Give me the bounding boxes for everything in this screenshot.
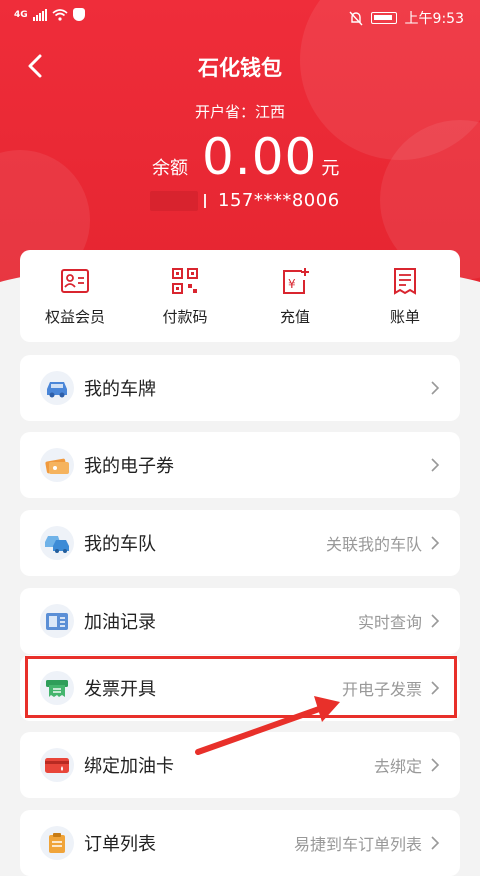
recharge-icon: ¥: [283, 267, 309, 294]
menu-item-hint: 去绑定: [373, 757, 422, 776]
status-time: 上午9:53: [404, 11, 464, 27]
security-shield-icon: [72, 8, 85, 21]
account-province: 开户省：江西: [194, 103, 285, 121]
account-phone-row: 157****8006: [150, 190, 340, 211]
redacted-name: [150, 190, 198, 211]
menu-item-title: 加油记录: [84, 612, 156, 633]
quick-action-member[interactable]: 权益会员: [25, 266, 125, 327]
fleet-icon: [40, 526, 74, 560]
coupon-icon: [40, 448, 74, 482]
chevron-right-icon: [431, 614, 440, 628]
bill-icon: [394, 267, 416, 295]
menu-item-fuel-records[interactable]: 加油记录 实时查询: [20, 588, 460, 654]
balance-label: 余额: [152, 158, 188, 179]
quick-action-recharge[interactable]: ¥ 充值: [245, 266, 345, 327]
signal-icon: [32, 8, 47, 21]
fuel-card-icon: [40, 748, 74, 782]
menu-item-hint: 开电子发票: [341, 680, 422, 699]
menu-item-my-plates[interactable]: 我的车牌: [20, 355, 460, 421]
menu-item-hint: 实时查询: [357, 613, 422, 632]
quick-action-label: 付款码: [162, 307, 208, 326]
menu-item-my-coupons[interactable]: 我的电子券: [20, 432, 460, 498]
wifi-icon: [52, 8, 68, 21]
svg-text:¥: ¥: [288, 277, 296, 291]
quick-action-label: 权益会员: [44, 307, 105, 326]
quick-actions-card: 权益会员 付款码 ¥ 充值 账单: [20, 250, 460, 342]
chevron-right-icon: [431, 758, 440, 772]
order-list-icon: [40, 826, 74, 860]
car-icon: [40, 371, 74, 405]
menu-item-hint: 关联我的车队: [325, 535, 422, 554]
qr-code-icon: [172, 267, 198, 294]
quick-action-bill[interactable]: 账单: [355, 266, 455, 327]
network-type: 4G: [14, 9, 28, 20]
balance-display: 余额 0.00 元: [152, 128, 339, 186]
menu-item-order-list[interactable]: 订单列表 易捷到车订单列表: [20, 810, 460, 876]
menu-item-title: 订单列表: [84, 834, 156, 855]
fuel-record-icon: [40, 604, 74, 638]
chevron-right-icon: [431, 681, 440, 695]
quick-action-label: 账单: [389, 307, 420, 326]
balance-unit: 元: [321, 158, 340, 179]
chevron-right-icon: [431, 458, 440, 472]
chevron-right-icon: [431, 536, 440, 550]
chevron-right-icon: [431, 381, 440, 395]
status-bar: 4G 上午9:53: [0, 0, 480, 34]
pointer-arrow-annotation: [195, 696, 340, 755]
mute-bell-icon: [349, 11, 363, 25]
quick-action-pay-code[interactable]: 付款码: [135, 266, 235, 327]
divider: [204, 193, 206, 208]
menu-item-my-fleet[interactable]: 我的车队 关联我的车队: [20, 510, 460, 576]
phone-number: 157****8006: [218, 190, 340, 211]
menu-item-title: 我的车队: [84, 534, 156, 555]
balance-amount: 0.00: [202, 128, 318, 186]
member-card-icon: [61, 268, 89, 293]
quick-action-label: 充值: [279, 307, 310, 326]
page-title: 石化钱包: [198, 56, 282, 80]
menu-item-title: 我的电子券: [84, 456, 174, 477]
menu-item-title: 我的车牌: [84, 379, 156, 400]
chevron-right-icon: [431, 836, 440, 850]
menu-item-hint: 易捷到车订单列表: [293, 835, 422, 854]
battery-icon: [370, 12, 397, 24]
invoice-icon: [40, 671, 74, 705]
